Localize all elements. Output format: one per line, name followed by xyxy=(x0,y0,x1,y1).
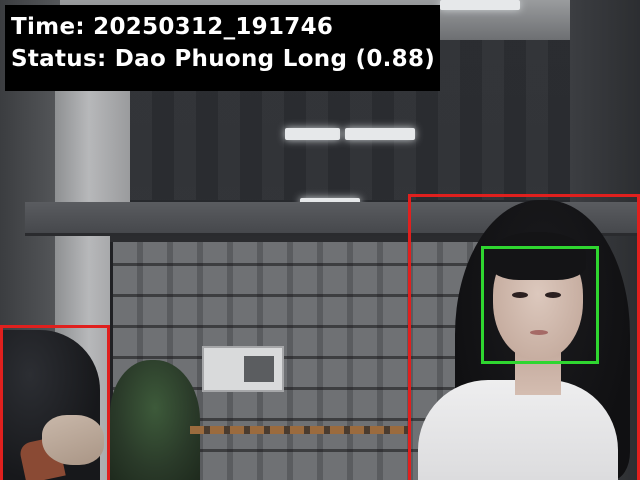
face-detection-box xyxy=(481,246,599,364)
time-value: 20250312_191746 xyxy=(93,14,334,40)
ceiling-light xyxy=(285,128,340,140)
time-readout: Time: 20250312_191746 xyxy=(11,11,440,43)
sign-image xyxy=(244,356,274,382)
camera-feed: Time: 20250312_191746 Status: Dao Phuong… xyxy=(0,0,640,480)
hud-panel: Time: 20250312_191746 Status: Dao Phuong… xyxy=(5,5,440,91)
person-detection-box-left xyxy=(0,325,110,480)
ceiling-light xyxy=(440,0,520,10)
wall-sign xyxy=(202,346,284,392)
status-value: Dao Phuong Long (0.88) xyxy=(114,46,436,72)
plants xyxy=(110,360,200,480)
time-label: Time: xyxy=(11,14,85,40)
floor-strip xyxy=(190,426,410,434)
status-label: Status: xyxy=(11,46,107,72)
status-readout: Status: Dao Phuong Long (0.88) xyxy=(11,43,440,75)
ceiling-light xyxy=(345,128,415,140)
